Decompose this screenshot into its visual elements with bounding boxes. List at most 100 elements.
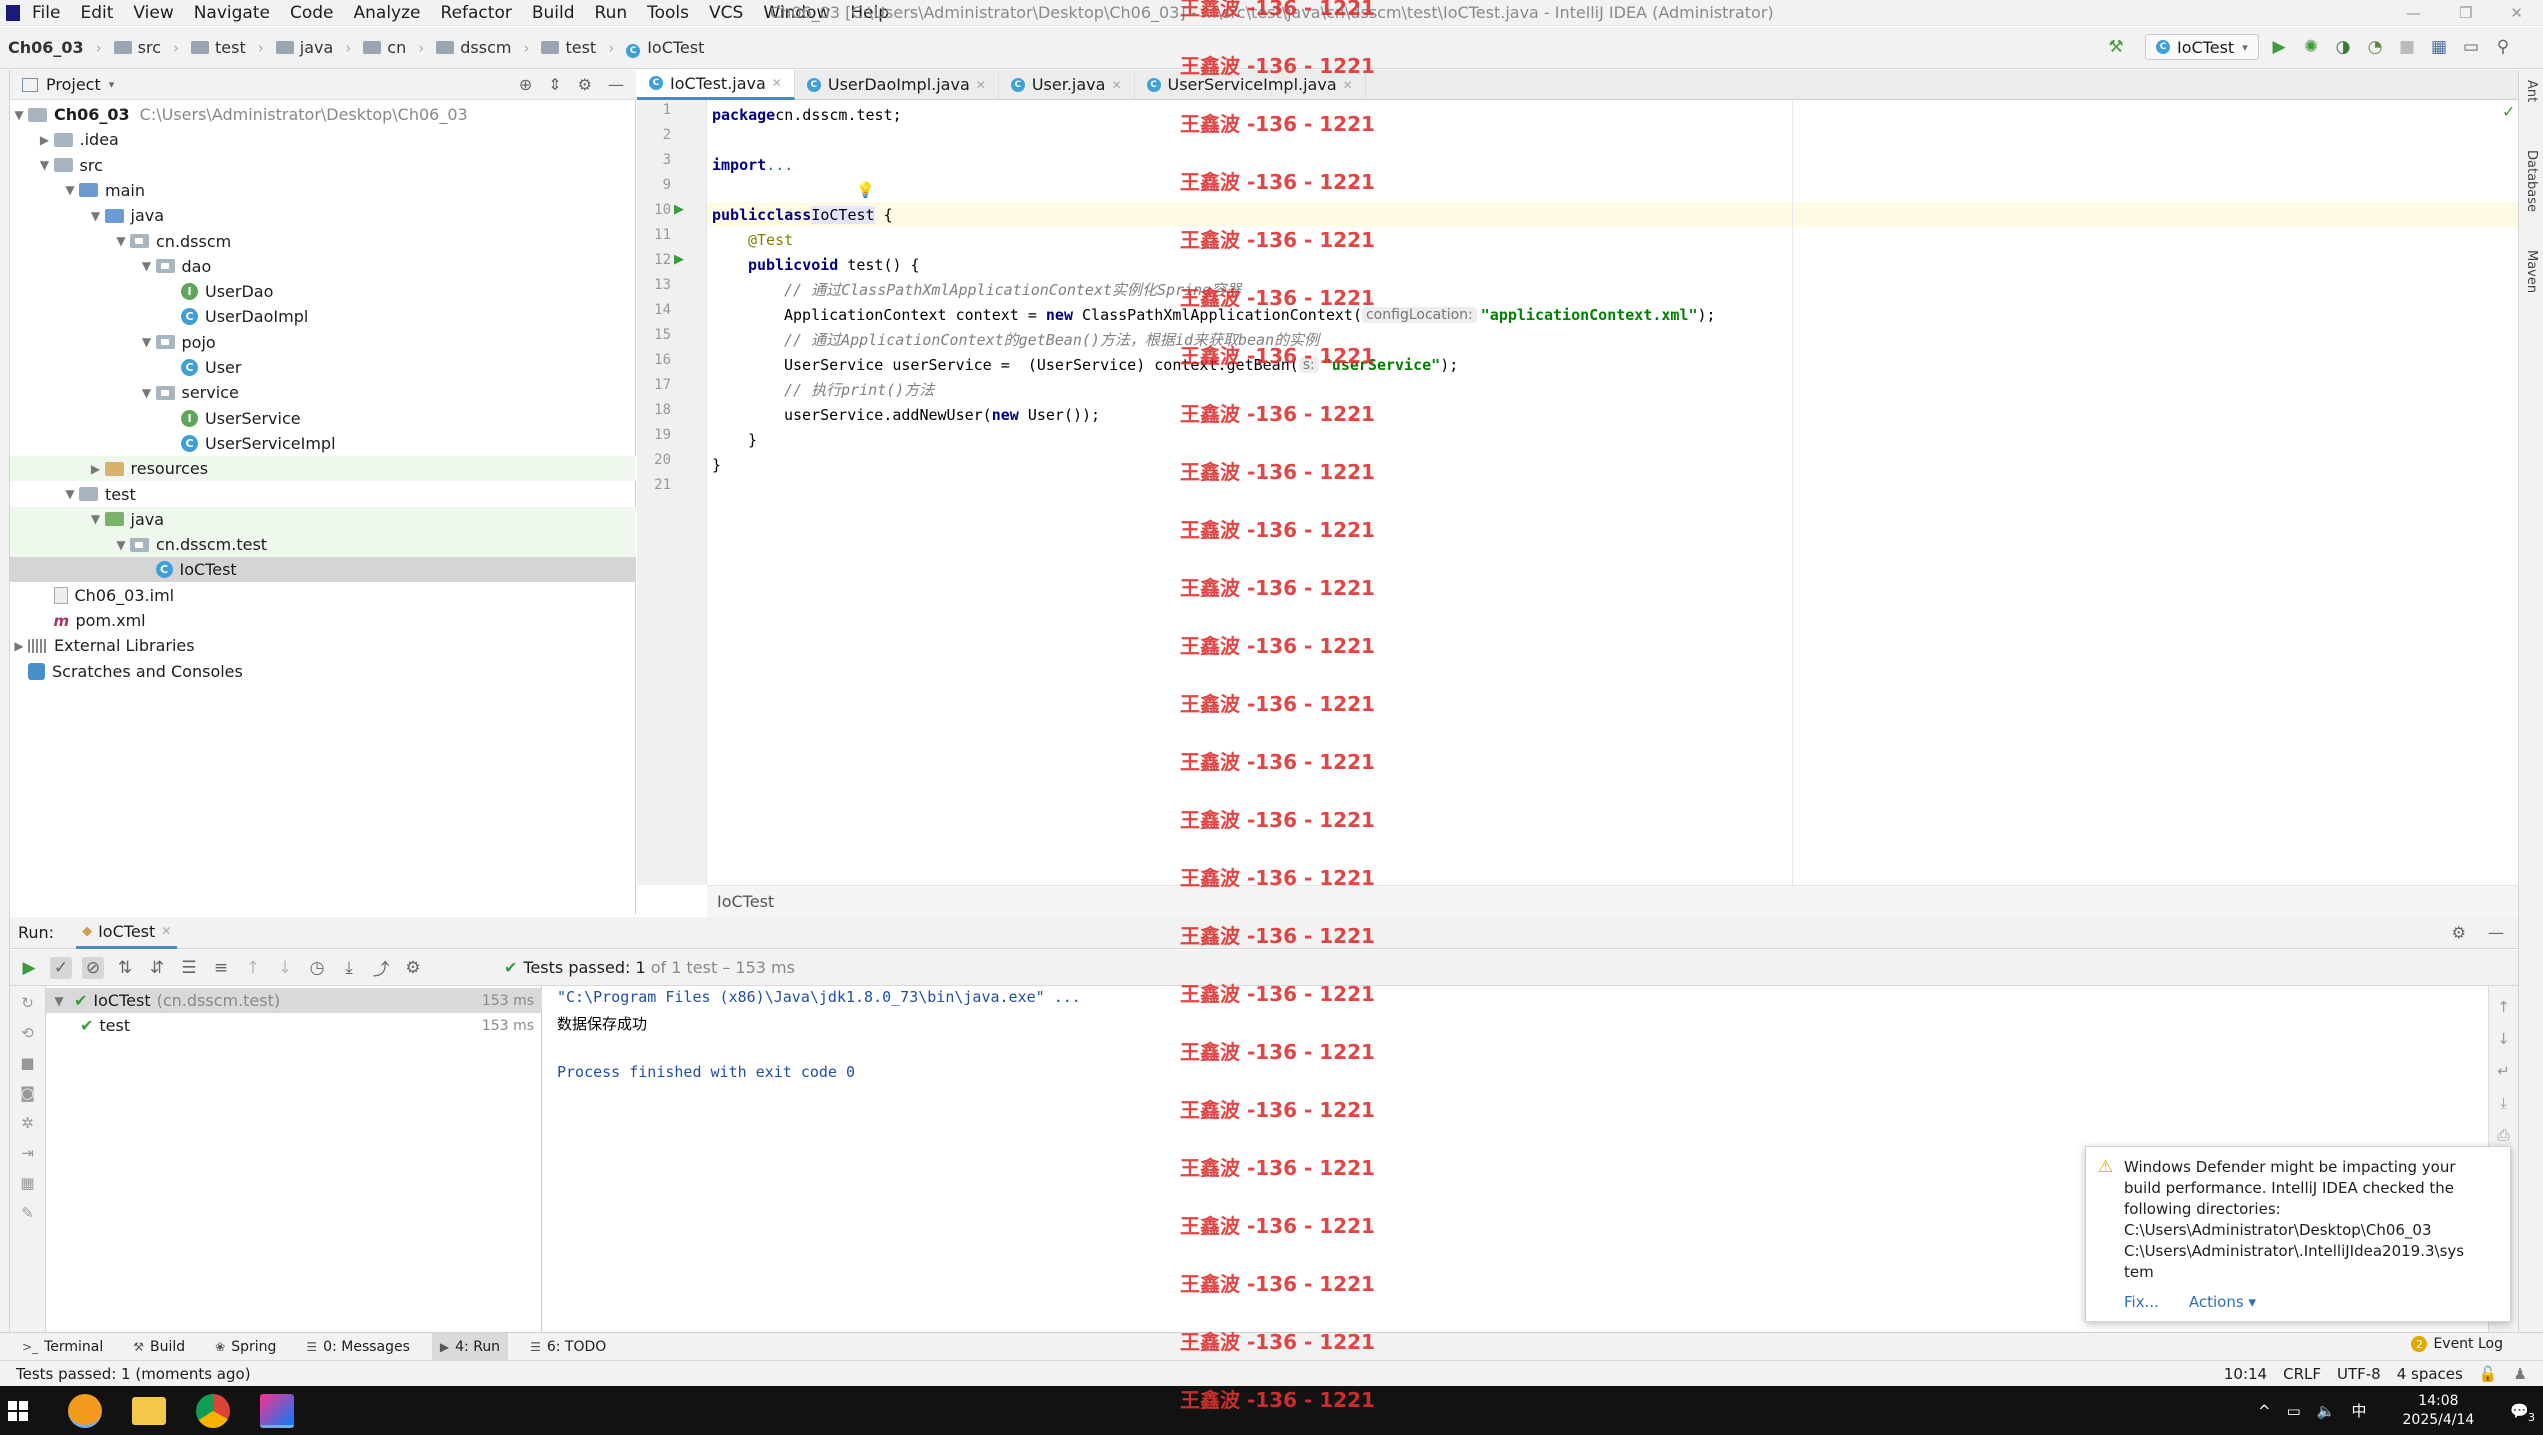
indent-setting[interactable]: 4 spaces <box>2397 1365 2463 1383</box>
bottom-tab[interactable]: ☰ 6: TODO <box>522 1333 614 1361</box>
menu-item-navigate[interactable]: Navigate <box>194 3 270 23</box>
locate-icon[interactable]: ⊕ <box>519 75 532 94</box>
chevron-down-icon[interactable]: ▼ <box>138 259 156 273</box>
ime-indicator[interactable]: 中 <box>2352 1400 2367 1421</box>
minimize-icon[interactable]: — <box>2406 4 2421 22</box>
notification-center-icon[interactable]: 💬 3 <box>2510 1402 2535 1424</box>
tree-node[interactable]: ▼ main <box>10 178 636 203</box>
tree-node-root[interactable]: ▼ Ch06_03 C:\Users\Administrator\Desktop\C… <box>10 102 467 127</box>
menu-item-code[interactable]: Code <box>290 3 334 23</box>
project-structure-icon[interactable]: ▦ <box>2428 36 2450 58</box>
code-line[interactable]: 💡 <box>712 177 875 202</box>
close-icon[interactable]: ✕ <box>976 78 986 92</box>
tree-node[interactable]: ▶ External Libraries <box>10 633 636 658</box>
collapse-all-icon[interactable]: ≡ <box>210 957 232 979</box>
code-editor[interactable]: package cn.dsscm.test; import ... 💡 public … <box>707 100 2518 885</box>
tree-node[interactable]: ▶ resources <box>10 456 636 482</box>
tree-node[interactable]: ▼ cn.dsscm <box>10 229 636 254</box>
show-passed-icon[interactable]: ✓ <box>50 956 72 979</box>
menu-item-refactor[interactable]: Refactor <box>441 3 512 23</box>
exit-icon[interactable]: ⇥ <box>21 1144 34 1162</box>
test-history-icon[interactable]: ◷ <box>306 957 328 979</box>
windows-start-icon[interactable] <box>8 1400 28 1421</box>
close-icon[interactable]: ✕ <box>161 924 171 938</box>
hide-panel-icon[interactable]: — <box>608 75 624 94</box>
settings-icon[interactable]: ✲ <box>21 1114 34 1132</box>
bottom-tab[interactable]: ▶ 4: Run <box>431 1332 509 1361</box>
browser-app-icon[interactable] <box>68 1393 102 1428</box>
lock-icon[interactable]: 🔓 <box>2479 1365 2498 1383</box>
file-encoding[interactable]: UTF-8 <box>2337 1365 2381 1383</box>
scroll-down-icon[interactable]: ↓ <box>2497 1030 2510 1048</box>
pin-icon[interactable]: ✎ <box>21 1204 34 1222</box>
breadcrumb-item[interactable]: cn <box>363 38 406 57</box>
editor-tab[interactable]: C UserDaoImpl.java ✕ <box>795 69 999 100</box>
chevron-down-icon[interactable]: ▼ <box>112 538 130 552</box>
hide-panel-icon[interactable]: — <box>2488 923 2504 942</box>
chevron-down-icon[interactable]: ▼ <box>10 108 28 122</box>
test-tree-node[interactable]: ▼ ✔ IoCTest (cn.dsscm.test) 153 ms <box>46 988 542 1013</box>
editor-breadcrumb-item[interactable]: IoCTest <box>717 892 774 911</box>
bottom-tab[interactable]: >_ Terminal <box>14 1333 111 1361</box>
intellij-icon[interactable] <box>260 1393 294 1428</box>
toggle-auto-test-icon[interactable]: ⟲ <box>21 1024 34 1042</box>
tree-node[interactable]: Ch06_03.iml <box>10 583 636 608</box>
tree-node[interactable]: ▼ pojo <box>10 330 636 355</box>
breadcrumb-item[interactable]: src <box>113 38 161 57</box>
code-line[interactable]: import ... <box>712 152 793 177</box>
editor-tab[interactable]: C User.java ✕ <box>999 69 1135 100</box>
code-line[interactable]: } <box>712 427 757 452</box>
code-line[interactable]: public class IoCTest { <box>712 202 893 227</box>
network-icon[interactable]: ▭ <box>2287 1402 2301 1420</box>
tree-node[interactable]: ▼ dao <box>10 254 636 279</box>
chevron-down-icon[interactable]: ▼ <box>112 234 130 248</box>
inspector-icon[interactable]: ♟ <box>2514 1365 2527 1383</box>
tree-node[interactable]: C IoCTest <box>10 557 636 583</box>
breadcrumb-item[interactable]: test <box>541 38 596 57</box>
next-failed-icon[interactable]: ↓ <box>274 957 296 979</box>
expand-all-icon[interactable]: ☰ <box>178 957 200 979</box>
tree-node[interactable]: m pom.xml <box>10 608 636 633</box>
code-line[interactable]: // 通过ClassPathXmlApplicationContext实例化Sp… <box>712 277 1241 302</box>
menu-item-edit[interactable]: Edit <box>80 3 113 23</box>
scroll-to-end-icon[interactable]: ⤓ <box>2500 1094 2507 1112</box>
breadcrumb-item[interactable]: dsscm <box>436 38 511 57</box>
chevron-right-icon[interactable]: ▶ <box>36 133 54 147</box>
debug-icon[interactable]: ✺ <box>2300 36 2322 58</box>
tree-node[interactable]: C UserServiceImpl <box>10 431 636 456</box>
chevron-down-icon[interactable]: ▼ <box>138 335 156 349</box>
breadcrumb-item[interactable]: Ch06_03 <box>8 38 84 57</box>
code-line[interactable]: package cn.dsscm.test; <box>712 102 902 127</box>
close-icon[interactable]: ✕ <box>1343 78 1353 92</box>
run-gutter-icon[interactable]: ▶ <box>674 252 684 267</box>
run-gutter-icon[interactable]: ▶ <box>674 202 684 217</box>
code-line[interactable]: } <box>712 452 721 477</box>
file-explorer-icon[interactable] <box>132 1396 166 1425</box>
tree-node[interactable]: C User <box>10 355 636 380</box>
bottom-tab[interactable]: ⚒ Build <box>125 1333 193 1361</box>
breadcrumb-item[interactable]: java <box>275 38 333 57</box>
sort-duration-icon[interactable]: ⇵ <box>146 957 168 979</box>
tree-node[interactable]: ▼ test <box>10 482 636 507</box>
project-view-select[interactable]: Project <box>46 75 101 94</box>
dump-threads-icon[interactable]: ◙ <box>20 1084 35 1102</box>
menu-item-tools[interactable]: Tools <box>647 3 689 23</box>
bottom-tab[interactable]: ❀ Spring <box>207 1333 284 1361</box>
sort-alpha-icon[interactable]: ⇅ <box>114 957 136 979</box>
rerun-failed-icon[interactable]: ↻ <box>21 994 34 1012</box>
chevron-down-icon[interactable]: ▾ <box>109 78 115 91</box>
gear-icon[interactable]: ⚙ <box>578 75 592 94</box>
chevron-down-icon[interactable]: ▼ <box>61 487 79 501</box>
volume-icon[interactable]: 🔈 <box>2317 1402 2336 1420</box>
caret-position[interactable]: 10:14 <box>2224 1365 2267 1383</box>
collapse-all-icon[interactable]: ⇕ <box>548 75 561 94</box>
tree-node[interactable]: ▼ java <box>10 203 636 228</box>
line-separator[interactable]: CRLF <box>2283 1365 2321 1383</box>
code-line[interactable]: userService.addNewUser(new User()); <box>712 402 1100 427</box>
menu-item-vcs[interactable]: VCS <box>709 3 743 23</box>
maven-tool-tab[interactable]: Maven <box>2524 250 2539 293</box>
clock-time[interactable]: 14:08 <box>2418 1392 2458 1411</box>
close-icon[interactable]: ✕ <box>1111 78 1121 92</box>
status-message[interactable]: Tests passed: 1 (moments ago) <box>16 1365 251 1383</box>
build-hammer-icon[interactable]: ⚒ <box>2105 36 2127 58</box>
